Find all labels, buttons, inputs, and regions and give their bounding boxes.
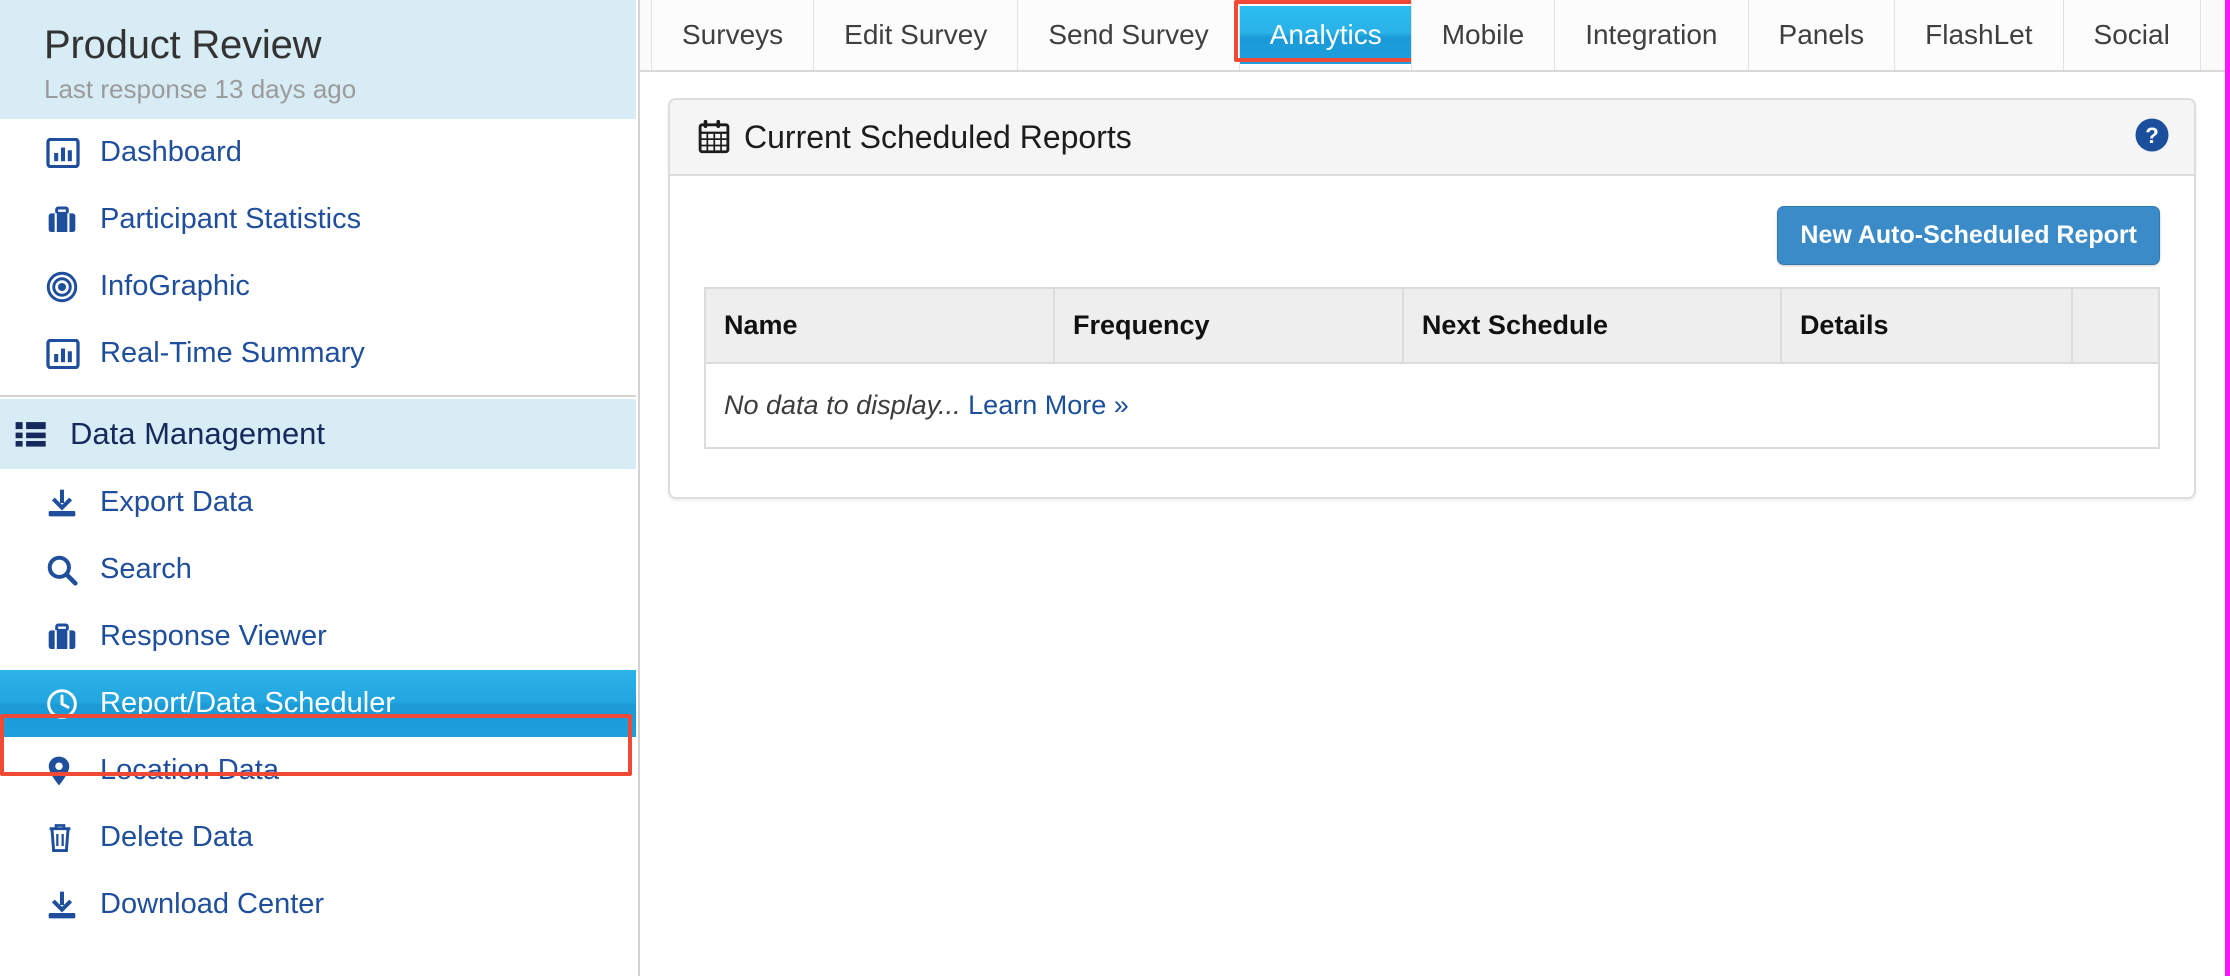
tab-surveys[interactable]: Surveys	[651, 0, 815, 70]
tab-integration[interactable]: Integration	[1554, 0, 1749, 70]
tab-label: Analytics	[1269, 19, 1382, 50]
sidebar-item-label: Dashboard	[100, 136, 242, 168]
page-title: Product Review	[44, 23, 322, 67]
tab-label: Edit Survey	[844, 19, 988, 50]
tab-label: Mobile	[1441, 19, 1525, 50]
sidebar-item-label: Search	[100, 553, 192, 585]
sidebar-item-infographic[interactable]: InfoGraphic	[0, 253, 638, 320]
tab-social[interactable]: Social	[2062, 0, 2201, 70]
tab-panels[interactable]: Panels	[1747, 0, 1896, 70]
tab-label: Surveys	[682, 19, 784, 50]
briefcase-icon	[46, 205, 86, 235]
tab-analytics-wrapper: Analytics	[1233, 0, 1418, 70]
column-header-frequency[interactable]: Frequency	[1053, 288, 1404, 364]
calendar-icon	[698, 120, 730, 154]
scheduled-reports-table: Name Frequency Next Schedule Details No …	[704, 287, 2161, 449]
sidebar-item-label: InfoGraphic	[100, 270, 250, 302]
target-icon	[46, 271, 86, 303]
sidebar-item-label: Response Viewer	[100, 620, 327, 652]
empty-state-cell: No data to display... Learn More »	[705, 362, 2159, 448]
sidebar-item-response-viewer[interactable]: Response Viewer	[0, 603, 638, 670]
scheduled-reports-panel: Current Scheduled Reports ? New Auto-Sch…	[668, 98, 2196, 499]
annotation-selection-right	[2225, 0, 2230, 976]
sidebar-item-label: Report/Data Scheduler	[100, 687, 395, 719]
download-icon	[46, 488, 86, 518]
sidebar-item-delete-data[interactable]: Delete Data	[0, 804, 638, 871]
panel-area: Current Scheduled Reports ? New Auto-Sch…	[640, 72, 2230, 499]
column-header-details[interactable]: Details	[1780, 288, 2073, 364]
sidebar-item-report-data-scheduler[interactable]: Report/Data Scheduler	[0, 670, 636, 737]
list-icon	[14, 420, 58, 448]
panel-title-label: Current Scheduled Reports	[744, 118, 1132, 155]
help-circle-icon[interactable]: ?	[2134, 117, 2170, 158]
panel-body: New Auto-Scheduled Report Name Frequency…	[670, 176, 2194, 497]
trash-icon	[46, 822, 86, 854]
tab-mobile[interactable]: Mobile	[1410, 0, 1556, 70]
sidebar-section-data-management[interactable]: Data Management	[0, 399, 636, 469]
sidebar-divider	[0, 395, 636, 397]
download-icon	[46, 890, 86, 920]
sidebar-item-download-center[interactable]: Download Center	[0, 871, 638, 938]
map-pin-icon	[46, 755, 86, 787]
table-empty-row: No data to display... Learn More »	[705, 362, 2159, 448]
sidebar-item-real-time-summary[interactable]: Real-Time Summary	[0, 320, 638, 387]
tab-label: Social	[2093, 19, 2170, 50]
sidebar-item-label: Export Data	[100, 486, 254, 518]
sidebar-item-export-data[interactable]: Export Data	[0, 469, 638, 536]
tab-label: Integration	[1585, 19, 1718, 50]
briefcase-icon	[46, 622, 86, 652]
panel-title: Current Scheduled Reports	[698, 119, 1132, 156]
table-body: No data to display... Learn More »	[705, 362, 2159, 448]
survey-header: Product Review Last response 13 days ago	[0, 0, 636, 119]
tab-send-survey[interactable]: Send Survey	[1017, 0, 1240, 70]
sidebar-section-label: Data Management	[70, 416, 326, 451]
chart-bar-icon	[46, 338, 86, 369]
sidebar: Product Review Last response 13 days ago…	[0, 0, 640, 976]
column-header-actions	[2071, 288, 2161, 364]
tab-label: Send Survey	[1048, 19, 1209, 50]
column-header-name[interactable]: Name	[705, 288, 1055, 364]
sidebar-item-participant-statistics[interactable]: Participant Statistics	[0, 186, 638, 253]
last-response-status: Last response 13 days ago	[44, 74, 357, 104]
sidebar-item-search[interactable]: Search	[0, 536, 638, 603]
table-head: Name Frequency Next Schedule Details	[705, 288, 2161, 364]
main-content: Surveys Edit Survey Send Survey Analytic…	[640, 0, 2230, 976]
search-icon	[46, 554, 86, 586]
clock-icon	[46, 688, 86, 720]
sidebar-item-location-data[interactable]: Location Data	[0, 737, 638, 804]
new-auto-scheduled-report-button[interactable]: New Auto-Scheduled Report	[1777, 206, 2160, 265]
toolbar-row: New Auto-Scheduled Report	[704, 206, 2160, 287]
sidebar-item-label: Location Data	[100, 754, 279, 786]
tab-label: Panels	[1778, 19, 1865, 50]
tab-label: FlashLet	[1925, 19, 2033, 50]
top-tabbar: Surveys Edit Survey Send Survey Analytic…	[640, 0, 2230, 72]
sidebar-item-dashboard[interactable]: Dashboard	[0, 119, 638, 186]
svg-text:?: ?	[2145, 122, 2159, 147]
panel-header: Current Scheduled Reports ?	[670, 100, 2194, 176]
column-header-next-schedule[interactable]: Next Schedule	[1402, 288, 1782, 364]
tab-analytics[interactable]: Analytics	[1239, 6, 1412, 64]
sidebar-item-label: Real-Time Summary	[100, 337, 365, 369]
sidebar-item-label: Download Center	[100, 888, 325, 920]
tab-edit-survey[interactable]: Edit Survey	[813, 0, 1019, 70]
learn-more-link[interactable]: Learn More »	[968, 390, 1129, 420]
chart-bar-icon	[46, 137, 86, 168]
empty-state-text: No data to display...	[724, 390, 961, 420]
sidebar-primary-nav: Dashboard Participant Statistics InfoGra…	[0, 119, 638, 387]
sidebar-item-label: Delete Data	[100, 821, 254, 853]
table-header-row: Name Frequency Next Schedule Details	[705, 288, 2161, 364]
app-root: Product Review Last response 13 days ago…	[0, 0, 2230, 976]
tab-flashlet[interactable]: FlashLet	[1894, 0, 2064, 70]
sidebar-item-label: Participant Statistics	[100, 203, 362, 235]
sidebar-data-management-nav: Export Data Search Response Viewer Repor…	[0, 469, 638, 938]
